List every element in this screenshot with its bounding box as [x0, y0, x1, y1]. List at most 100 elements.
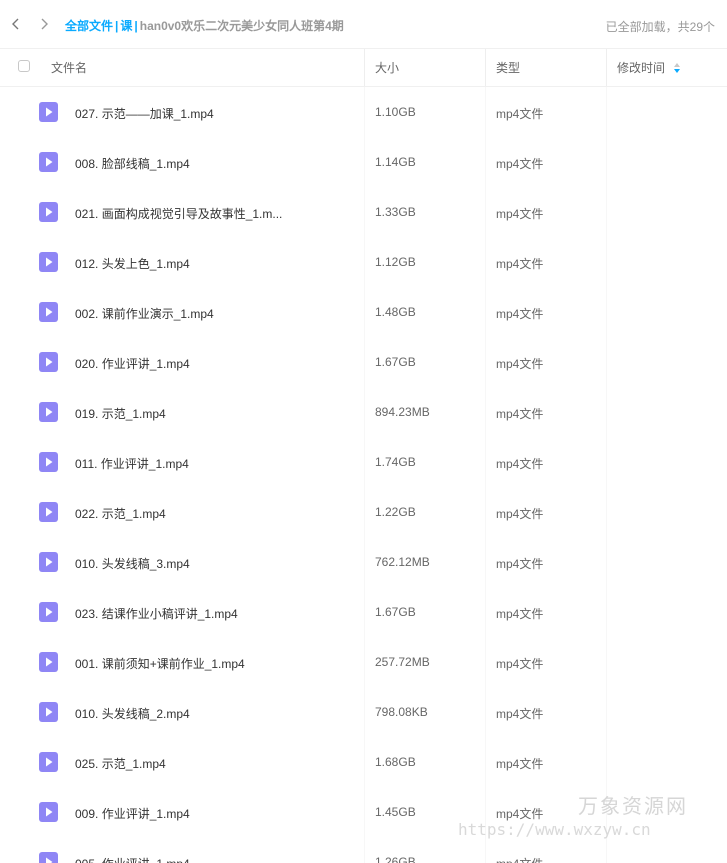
column-divider [364, 537, 365, 587]
column-divider [485, 337, 486, 387]
file-name[interactable]: 020. 作业评讲_1.mp4 [75, 355, 355, 372]
file-name[interactable]: 021. 画面构成视觉引导及故事性_1.m... [75, 205, 355, 222]
video-file-icon [39, 802, 58, 822]
video-file-icon [39, 452, 58, 472]
file-name[interactable]: 005. 作业评讲_1.mp4 [75, 855, 355, 863]
table-row[interactable]: 020. 作业评讲_1.mp4 1.67GB mp4文件 [0, 337, 727, 387]
file-size: 894.23MB [375, 405, 430, 419]
column-divider [485, 737, 486, 787]
column-divider [606, 587, 607, 637]
table-row[interactable]: 019. 示范_1.mp4 894.23MB mp4文件 [0, 387, 727, 437]
table-row[interactable]: 012. 头发上色_1.mp4 1.12GB mp4文件 [0, 237, 727, 287]
table-row[interactable]: 027. 示范——加课_1.mp4 1.10GB mp4文件 [0, 87, 727, 137]
column-divider [364, 737, 365, 787]
file-type: mp4文件 [496, 157, 544, 171]
breadcrumb: 全部文件 | 课 | han0v0欢乐二次元美少女同人班第4期 [65, 17, 344, 34]
column-divider [485, 637, 486, 687]
breadcrumb-separator: | [134, 18, 138, 33]
column-divider [485, 87, 486, 137]
table-row[interactable]: 010. 头发线稿_2.mp4 798.08KB mp4文件 [0, 687, 727, 737]
column-divider [364, 487, 365, 537]
breadcrumb-root[interactable]: 全部文件 [65, 17, 113, 34]
file-size: 1.45GB [375, 805, 416, 819]
column-divider [364, 237, 365, 287]
table-row[interactable]: 010. 头发线稿_3.mp4 762.12MB mp4文件 [0, 537, 727, 587]
table-row[interactable]: 022. 示范_1.mp4 1.22GB mp4文件 [0, 487, 727, 537]
column-header-size[interactable]: 大小 [375, 49, 399, 86]
video-file-icon [39, 252, 58, 272]
file-name[interactable]: 011. 作业评讲_1.mp4 [75, 455, 355, 472]
file-type: mp4文件 [496, 707, 544, 721]
table-row[interactable]: 025. 示范_1.mp4 1.68GB mp4文件 [0, 737, 727, 787]
column-header-type[interactable]: 类型 [496, 49, 520, 86]
file-name[interactable]: 019. 示范_1.mp4 [75, 405, 355, 422]
column-divider [606, 787, 607, 837]
file-size: 798.08KB [375, 705, 428, 719]
column-header-modified[interactable]: 修改时间 [617, 49, 681, 86]
file-name[interactable]: 023. 结课作业小稿评讲_1.mp4 [75, 605, 355, 622]
file-name[interactable]: 012. 头发上色_1.mp4 [75, 255, 355, 272]
file-size: 1.48GB [375, 305, 416, 319]
file-size: 1.26GB [375, 855, 416, 863]
file-type: mp4文件 [496, 607, 544, 621]
file-name[interactable]: 010. 头发线稿_3.mp4 [75, 555, 355, 572]
table-row[interactable]: 008. 脸部线稿_1.mp4 1.14GB mp4文件 [0, 137, 727, 187]
column-divider [364, 837, 365, 863]
file-type: mp4文件 [496, 257, 544, 271]
file-size: 1.14GB [375, 155, 416, 169]
column-divider [606, 87, 607, 137]
column-divider [364, 387, 365, 437]
video-file-icon [39, 152, 58, 172]
chevron-left-icon[interactable] [9, 17, 23, 31]
top-bar: 全部文件 | 课 | han0v0欢乐二次元美少女同人班第4期 已全部加载，共2… [0, 0, 727, 48]
table-row[interactable]: 009. 作业评讲_1.mp4 1.45GB mp4文件 [0, 787, 727, 837]
file-name[interactable]: 009. 作业评讲_1.mp4 [75, 805, 355, 822]
column-divider [606, 837, 607, 863]
column-header-name[interactable]: 文件名 [51, 49, 87, 86]
column-header-modified-label: 修改时间 [617, 61, 666, 75]
file-type: mp4文件 [496, 757, 544, 771]
file-type: mp4文件 [496, 855, 543, 863]
table-row[interactable]: 011. 作业评讲_1.mp4 1.74GB mp4文件 [0, 437, 727, 487]
column-divider [485, 687, 486, 737]
file-type: mp4文件 [496, 307, 544, 321]
table-row[interactable]: 005. 作业评讲_1.mp4 1.26GB mp4文件 [0, 837, 727, 863]
video-file-icon [39, 102, 58, 122]
table-row[interactable]: 001. 课前须知+课前作业_1.mp4 257.72MB mp4文件 [0, 637, 727, 687]
column-divider [364, 87, 365, 137]
file-name[interactable]: 008. 脸部线稿_1.mp4 [75, 155, 355, 172]
file-browser: 全部文件 | 课 | han0v0欢乐二次元美少女同人班第4期 已全部加载，共2… [0, 0, 727, 863]
table-row[interactable]: 023. 结课作业小稿评讲_1.mp4 1.67GB mp4文件 [0, 587, 727, 637]
video-file-icon [39, 852, 58, 863]
select-all-checkbox[interactable] [18, 60, 30, 72]
table-row[interactable]: 021. 画面构成视觉引导及故事性_1.m... 1.33GB mp4文件 [0, 187, 727, 237]
file-size: 1.10GB [375, 105, 416, 119]
column-divider [606, 287, 607, 337]
file-size: 1.33GB [375, 205, 416, 219]
column-divider [364, 187, 365, 237]
file-name[interactable]: 022. 示范_1.mp4 [75, 505, 355, 522]
file-type: mp4文件 [496, 507, 544, 521]
file-size: 1.67GB [375, 605, 416, 619]
column-divider [485, 387, 486, 437]
video-file-icon [39, 752, 58, 772]
file-name[interactable]: 001. 课前须知+课前作业_1.mp4 [75, 655, 355, 672]
file-name[interactable]: 025. 示范_1.mp4 [75, 755, 355, 772]
video-file-icon [39, 402, 58, 422]
file-type: mp4文件 [496, 657, 544, 671]
file-size: 1.74GB [375, 455, 416, 469]
breadcrumb-folder[interactable]: 课 [120, 17, 132, 34]
column-divider [364, 49, 365, 86]
column-divider [606, 637, 607, 687]
chevron-right-icon[interactable] [37, 17, 51, 31]
file-name[interactable]: 002. 课前作业演示_1.mp4 [75, 305, 355, 322]
file-name[interactable]: 010. 头发线稿_2.mp4 [75, 705, 355, 722]
video-file-icon [39, 702, 58, 722]
table-row[interactable]: 002. 课前作业演示_1.mp4 1.48GB mp4文件 [0, 287, 727, 337]
column-divider [606, 687, 607, 737]
column-divider [485, 49, 486, 86]
column-divider [485, 437, 486, 487]
file-name[interactable]: 027. 示范——加课_1.mp4 [75, 105, 355, 122]
file-type: mp4文件 [496, 407, 544, 421]
sort-icon[interactable] [673, 62, 681, 74]
